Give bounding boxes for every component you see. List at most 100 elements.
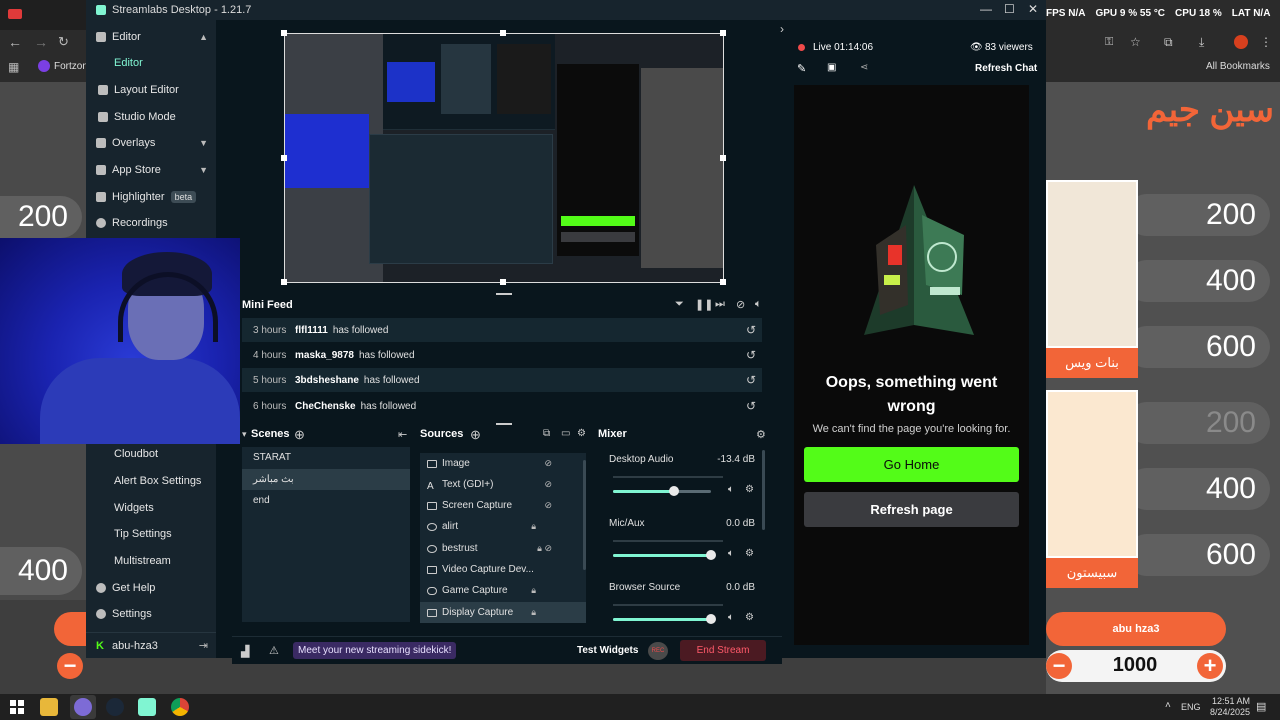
resize-handle[interactable] bbox=[720, 279, 726, 285]
chrome-icon[interactable] bbox=[171, 698, 189, 716]
scene-item-selected[interactable]: بث مباشر bbox=[242, 469, 410, 490]
chevron-right-icon[interactable]: › bbox=[780, 22, 784, 36]
score-plus-button[interactable]: + bbox=[1197, 653, 1223, 679]
right-value-pill[interactable]: 600 bbox=[1126, 326, 1270, 368]
nav-item-highlighter[interactable]: Highlighter beta bbox=[86, 184, 216, 210]
nav-group-editor[interactable]: Editor ▲ bbox=[86, 24, 216, 50]
volume-icon[interactable]: 🔈︎ bbox=[728, 548, 734, 559]
language-indicator[interactable]: ENG bbox=[1181, 702, 1201, 712]
volume-icon[interactable]: 🔈︎ bbox=[728, 612, 734, 623]
windows-start-icon[interactable] bbox=[10, 700, 24, 714]
nav-item-overlays[interactable]: Overlays ▼ bbox=[86, 130, 216, 156]
streamlabs-icon[interactable] bbox=[138, 698, 156, 716]
right-value-pill[interactable]: 200 bbox=[1126, 194, 1270, 236]
browser-menu-icon[interactable]: ⋮ bbox=[1260, 35, 1272, 49]
nav-item-cloudbot[interactable]: Cloudbot bbox=[86, 441, 216, 467]
nav-item-studio-mode[interactable]: Studio Mode bbox=[86, 104, 216, 130]
resize-handle[interactable] bbox=[281, 155, 287, 161]
lock-icon[interactable]: 🔒︎ ⊘ bbox=[537, 543, 552, 554]
profile-avatar[interactable] bbox=[1234, 35, 1248, 49]
replay-icon[interactable]: ↺ bbox=[746, 348, 756, 362]
star-bookmark-icon[interactable]: ☆ bbox=[1130, 35, 1141, 49]
reload-icon[interactable]: ↻ bbox=[58, 34, 69, 50]
scene-collection-icon[interactable]: ⇤ bbox=[398, 428, 407, 441]
download-icon[interactable]: ⤓ bbox=[1199, 35, 1204, 50]
visibility-off-icon[interactable]: ⊘ bbox=[544, 458, 552, 469]
back-icon[interactable]: ← bbox=[8, 34, 22, 50]
apps-grid-icon[interactable]: ▦ bbox=[8, 60, 19, 74]
replay-icon[interactable]: ↺ bbox=[746, 373, 756, 387]
maximize-icon[interactable]: ☐ bbox=[1004, 2, 1015, 16]
source-properties-icon[interactable]: ⚙ bbox=[577, 428, 586, 439]
mixer-scrollbar[interactable] bbox=[762, 450, 765, 530]
source-group-icon[interactable]: ⧉ bbox=[543, 428, 550, 439]
stream-preview[interactable] bbox=[284, 33, 724, 283]
nav-item-editor[interactable]: Editor bbox=[86, 50, 216, 76]
source-item[interactable]: bestrust 🔒︎ ⊘ bbox=[420, 538, 586, 559]
source-item[interactable]: Video Capture Dev... bbox=[420, 559, 586, 580]
visibility-off-icon[interactable]: ⊘ bbox=[544, 500, 552, 511]
mute-alerts-icon[interactable]: ⊘ bbox=[736, 298, 745, 311]
resize-handle[interactable] bbox=[281, 279, 287, 285]
clock[interactable]: 12:51 AM 8/24/2025 bbox=[1200, 696, 1250, 718]
filter-icon[interactable]: ⏷ bbox=[675, 298, 684, 311]
mixer-settings-icon[interactable]: ⚙ bbox=[756, 428, 766, 441]
scene-item[interactable]: STARAT bbox=[242, 447, 410, 468]
edit-icon[interactable]: ✎ bbox=[797, 62, 806, 75]
lock-icon[interactable]: 🔒︎ bbox=[531, 585, 536, 596]
notification-center-icon[interactable]: ▤ bbox=[1256, 700, 1266, 713]
scene-item[interactable]: end bbox=[242, 490, 410, 511]
splitter-handle[interactable] bbox=[496, 423, 512, 425]
nav-item-recordings[interactable]: Recordings bbox=[86, 210, 216, 236]
key-icon[interactable]: ⚿ bbox=[1105, 36, 1113, 49]
resize-handle[interactable] bbox=[720, 155, 726, 161]
go-home-button[interactable]: Go Home bbox=[804, 447, 1019, 482]
nav-item-alert-box[interactable]: Alert Box Settings bbox=[86, 468, 216, 494]
nav-item-widgets[interactable]: Widgets bbox=[86, 495, 216, 521]
score-minus-button[interactable]: − bbox=[1046, 653, 1072, 679]
logout-icon[interactable]: ⇥ bbox=[199, 639, 208, 652]
end-stream-button[interactable]: End Stream bbox=[680, 640, 766, 661]
nav-item-app-store[interactable]: App Store ▼ bbox=[86, 157, 216, 183]
replay-icon[interactable]: ↺ bbox=[746, 399, 756, 413]
popout-icon[interactable]: ▣ bbox=[827, 62, 836, 73]
resize-handle[interactable] bbox=[720, 30, 726, 36]
gear-icon[interactable]: ⚙ bbox=[745, 548, 754, 559]
nav-item-get-help[interactable]: Get Help bbox=[86, 575, 216, 601]
right-value-pill[interactable]: 400 bbox=[1126, 468, 1270, 510]
share-icon[interactable]: ⋖ bbox=[860, 62, 868, 73]
collapse-icon[interactable]: ▾ bbox=[242, 429, 247, 440]
source-item[interactable]: Image ⊘ bbox=[420, 453, 586, 474]
nav-item-tip-settings[interactable]: Tip Settings bbox=[86, 521, 216, 547]
sidekick-banner[interactable]: Meet your new streaming sidekick! bbox=[293, 642, 457, 659]
stats-icon[interactable]: ▟ bbox=[241, 645, 249, 658]
pause-icon[interactable]: ❚❚ bbox=[695, 298, 713, 311]
source-item-selected[interactable]: Display Capture 🔒︎ bbox=[420, 602, 586, 623]
volume-icon[interactable]: 🔈︎ bbox=[755, 298, 762, 311]
left-value-pill[interactable]: 400 bbox=[0, 547, 82, 595]
gear-icon[interactable]: ⚙ bbox=[745, 484, 754, 495]
nav-item-multistream[interactable]: Multistream bbox=[86, 548, 216, 574]
app-icon[interactable] bbox=[74, 698, 92, 716]
volume-icon[interactable]: 🔈︎ bbox=[728, 484, 734, 495]
volume-slider-knob[interactable] bbox=[706, 550, 716, 560]
forward-icon[interactable]: → bbox=[34, 34, 48, 50]
minimize-icon[interactable]: — bbox=[980, 2, 992, 16]
notifications-icon[interactable]: ⚠ bbox=[269, 644, 279, 657]
right-value-pill-used[interactable]: 200 bbox=[1126, 402, 1270, 444]
rec-button[interactable]: REC bbox=[648, 642, 668, 660]
resize-handle[interactable] bbox=[500, 30, 506, 36]
source-item[interactable]: alirt 🔒︎ bbox=[420, 516, 586, 537]
resize-handle[interactable] bbox=[500, 279, 506, 285]
refresh-chat-button[interactable]: Refresh Chat bbox=[975, 63, 1037, 74]
volume-slider-knob[interactable] bbox=[706, 614, 716, 624]
right-value-pill[interactable]: 400 bbox=[1126, 260, 1270, 302]
source-item[interactable]: Game Capture 🔒︎ bbox=[420, 580, 586, 601]
source-item[interactable]: A Text (GDI+) ⊘ bbox=[420, 474, 586, 495]
file-explorer-icon[interactable] bbox=[40, 698, 58, 716]
replay-icon[interactable]: ↺ bbox=[746, 323, 756, 337]
extensions-icon[interactable]: ⧉ bbox=[1164, 35, 1173, 50]
add-source-icon[interactable]: ⊕ bbox=[470, 427, 481, 443]
source-item[interactable]: Screen Capture ⊘ bbox=[420, 495, 586, 516]
nav-item-settings[interactable]: Settings bbox=[86, 601, 216, 627]
